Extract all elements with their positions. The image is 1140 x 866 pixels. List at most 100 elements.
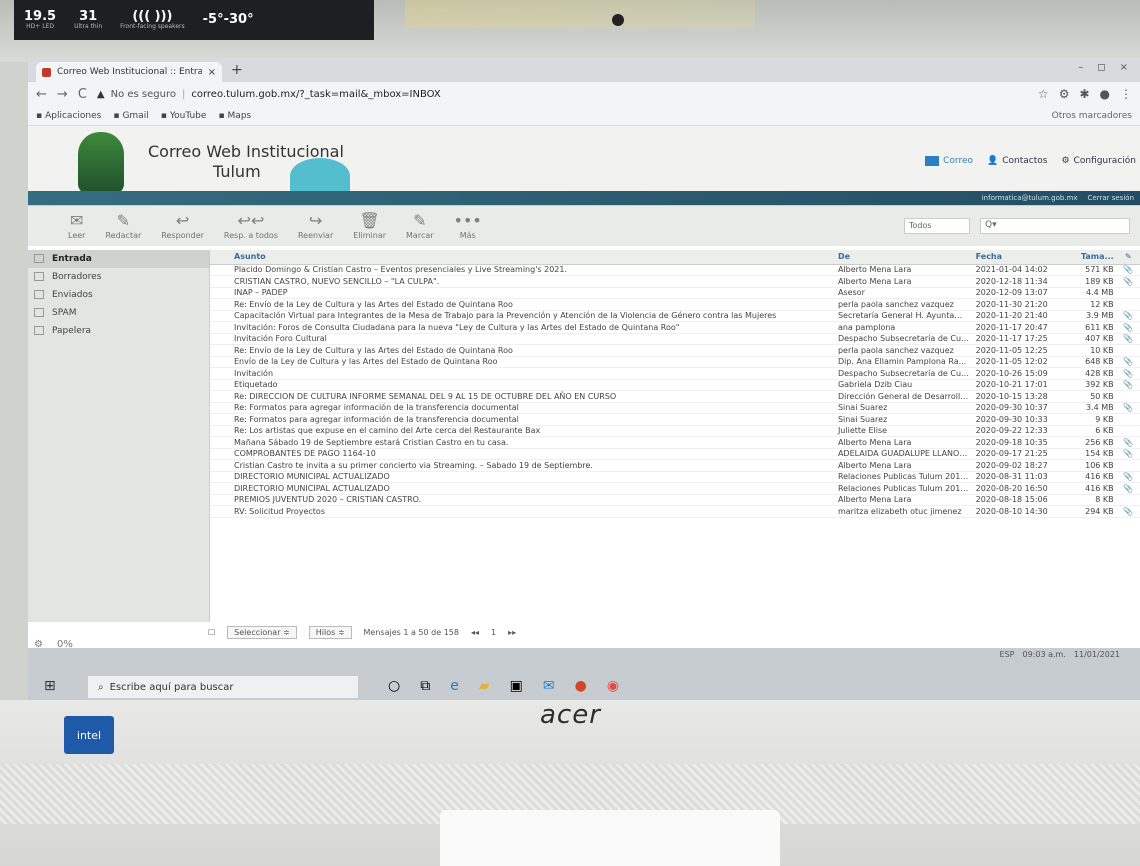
attachment-icon: 📎 — [1116, 333, 1140, 345]
windows-start-icon[interactable]: ⊞ — [44, 678, 56, 694]
bookmark-youtube[interactable]: ▪ YouTube — [161, 111, 207, 121]
message-size: 407 KB — [1070, 333, 1117, 345]
store-icon[interactable]: ▣ — [510, 678, 523, 694]
taskview-icon[interactable]: ⧉ — [420, 678, 430, 694]
close-window-icon[interactable]: × — [1120, 62, 1128, 73]
message-row[interactable]: Re: Formatos para agregar información de… — [210, 402, 1140, 414]
col-subject[interactable]: Asunto — [210, 250, 835, 265]
message-row[interactable]: PREMIOS JUVENTUD 2020 – CRISTIAN CASTRO.… — [210, 494, 1140, 506]
message-row[interactable]: Cristian Castro te invita a su primer co… — [210, 459, 1140, 472]
message-from: ana pamplona — [834, 321, 973, 334]
back-icon[interactable]: ← — [36, 87, 47, 102]
profile-icon[interactable]: ● — [1100, 87, 1110, 101]
message-row[interactable]: COMPROBANTES DE PAGO 1164-10 ADELAIDA GUA… — [210, 448, 1140, 460]
minimize-icon[interactable]: – — [1078, 62, 1083, 73]
message-row[interactable]: DIRECTORIO MUNICIPAL ACTUALIZADO Relacion… — [210, 471, 1140, 483]
page-number[interactable]: 1 — [491, 628, 496, 637]
star-icon[interactable]: ☆ — [1038, 87, 1049, 101]
menu-icon[interactable]: ⋮ — [1120, 87, 1132, 101]
col-size[interactable]: Tama... — [1070, 250, 1117, 265]
lang-indicator[interactable]: ESP — [1000, 650, 1015, 659]
nav-contacts[interactable]: 👤 Contactos — [987, 156, 1047, 166]
toolbar-button[interactable]: ↪ Reenviar — [298, 213, 333, 241]
message-row[interactable]: Invitación Foro Cultural Despacho Subsecr… — [210, 333, 1140, 345]
folder-icon — [34, 254, 44, 263]
next-page-icon[interactable]: ▸▸ — [508, 628, 516, 637]
reload-icon[interactable]: C — [78, 87, 87, 102]
edge-icon[interactable]: e — [450, 678, 459, 694]
message-row[interactable]: Re: Formatos para agregar información de… — [210, 413, 1140, 426]
omnibox[interactable]: ▲ No es seguro | correo.tulum.gob.mx/?_t… — [97, 89, 441, 100]
first-page-icon[interactable]: ◂◂ — [471, 628, 479, 637]
toolbar-button[interactable]: ✉ Leer — [68, 213, 85, 241]
folder-icon[interactable]: ▰ — [479, 678, 490, 694]
close-tab-icon[interactable]: × — [208, 67, 216, 78]
toolbar-icon: 🗑 — [359, 211, 380, 230]
search-input[interactable]: Q▾ — [980, 218, 1130, 234]
bookmark-gmail[interactable]: ▪ Gmail — [113, 111, 148, 121]
message-row[interactable]: CRISTIAN CASTRO, NUEVO SENCILLO – "LA CU… — [210, 275, 1140, 288]
toolbar-button[interactable]: ✎ Marcar — [406, 213, 434, 241]
folder-enviados[interactable]: Enviados — [28, 286, 209, 304]
folder-spam[interactable]: SPAM — [28, 304, 209, 322]
bookmark-label: Aplicaciones — [45, 110, 102, 121]
folder-papelera[interactable]: Papelera — [28, 322, 209, 340]
toolbar-button[interactable]: ✎ Redactar — [105, 213, 141, 241]
message-row[interactable]: Envío de la Ley de Cultura y las Artes d… — [210, 356, 1140, 368]
browser-actions: ☆ ⚙ ✱ ● ⋮ — [1038, 87, 1132, 101]
threads-button[interactable]: Hilos ≑ — [308, 625, 352, 639]
no-attachment — [1116, 425, 1140, 437]
message-row[interactable]: Mañana Sábado 19 de Septiembre estará Cr… — [210, 436, 1140, 449]
chrome-icon[interactable]: ◉ — [607, 678, 619, 694]
nav-settings[interactable]: ⚙ Configuración — [1061, 156, 1136, 166]
folder-entrada[interactable]: Entrada — [28, 250, 209, 268]
message-row[interactable]: DIRECTORIO MUNICIPAL ACTUALIZADO Relacion… — [210, 482, 1140, 495]
message-row[interactable]: Placido Domingo & Cristian Castro – Even… — [210, 264, 1140, 276]
logout-link[interactable]: Cerrar sesión — [1088, 191, 1134, 205]
office-icon[interactable]: ● — [575, 678, 587, 694]
toolbar-button[interactable]: ↩↩ Resp. a todos — [224, 213, 278, 241]
message-row[interactable]: Capacitación Virtual para Integrantes de… — [210, 310, 1140, 322]
toolbar-button[interactable]: 🗑 Eliminar — [353, 211, 386, 241]
message-row[interactable]: Etiquetado Gabriela Dzib Ciau 2020-10-21 1… — [210, 379, 1140, 391]
nav-mail[interactable]: Correo — [925, 156, 973, 166]
message-from: perla paola sanchez vazquez — [834, 344, 973, 357]
message-row[interactable]: INAP – PADEP Asesor 2020-12-09 13:07 4.4 MB — [210, 287, 1140, 299]
browser-tab[interactable]: Correo Web Institucional :: Entrada × — [36, 62, 222, 82]
col-from[interactable]: De — [834, 250, 973, 265]
forward-icon[interactable]: → — [57, 87, 68, 102]
message-row[interactable]: Re: DIRECCION DE CULTURA INFORME SEMANAL… — [210, 390, 1140, 403]
toolbar-button[interactable]: ••• Más — [454, 213, 482, 241]
other-bookmarks[interactable]: Otros marcadores — [1052, 111, 1132, 121]
message-from: Dip. Ana Ellamin Pamplona Ra... — [834, 356, 973, 368]
list-options-icon[interactable]: ☐ — [208, 628, 215, 637]
message-row[interactable]: Invitación Despacho Subsecretaría de Cult… — [210, 367, 1140, 380]
bookmark-aplicaciones[interactable]: ▪ Aplicaciones — [36, 111, 101, 121]
webcam — [612, 14, 624, 26]
clock-date[interactable]: 11/01/2021 — [1074, 650, 1120, 659]
toolbar-button[interactable]: ↩ Responder — [161, 213, 204, 241]
message-from: Despacho Subsecretaría de Cult... — [834, 333, 973, 345]
extension-icon[interactable]: ⚙ — [1059, 87, 1070, 101]
top-nav: Correo 👤 Contactos ⚙ Configuración — [925, 156, 1136, 166]
taskbar-search[interactable]: ⌕ Escribe aquí para buscar — [88, 676, 358, 698]
message-row[interactable]: Re: Los artistas que expuse en el camino… — [210, 425, 1140, 437]
folder-label: Entrada — [52, 254, 92, 264]
separator: | — [181, 88, 186, 100]
puzzle-icon[interactable]: ✱ — [1079, 87, 1089, 101]
mail-app-icon[interactable]: ✉ — [543, 678, 555, 694]
message-date: 2020-10-21 17:01 — [972, 379, 1071, 391]
select-button[interactable]: Seleccionar ≑ — [227, 625, 297, 639]
clock-time[interactable]: 09:03 a.m. — [1023, 650, 1066, 659]
new-tab-button[interactable]: + — [231, 62, 243, 78]
message-row[interactable]: RV: Solicitud Proyectos maritza elizabeth… — [210, 505, 1140, 518]
folder-borradores[interactable]: Borradores — [28, 268, 209, 286]
message-row[interactable]: Invitación: Foros de Consulta Ciudadana … — [210, 321, 1140, 334]
filter-select[interactable]: Todos — [904, 218, 970, 234]
message-row[interactable]: Re: Envío de la Ley de Cultura y las Art… — [210, 344, 1140, 357]
bookmark-maps[interactable]: ▪ Maps — [218, 111, 251, 121]
cortana-icon[interactable]: ○ — [388, 678, 400, 694]
col-date[interactable]: Fecha — [972, 250, 1071, 265]
message-row[interactable]: Re: Envío de la Ley de Cultura y las Art… — [210, 298, 1140, 311]
maximize-icon[interactable]: ◻ — [1097, 62, 1105, 73]
